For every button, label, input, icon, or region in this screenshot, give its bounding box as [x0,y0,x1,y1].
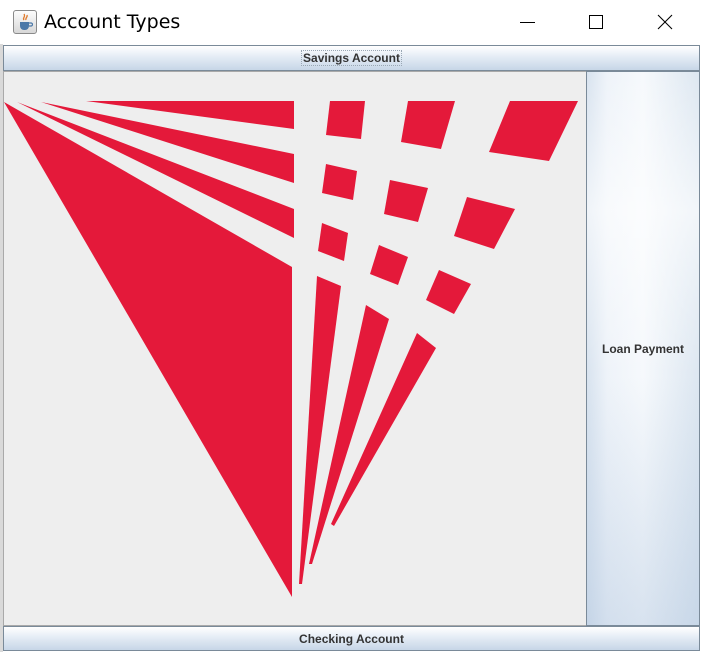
savings-account-button[interactable]: Savings Account [3,45,700,71]
center-image-panel [3,71,586,626]
logo-block-r1-1 [326,101,365,139]
loan-payment-label: Loan Payment [601,341,685,356]
close-button[interactable] [642,0,688,44]
logo-block-r3-1 [318,223,348,261]
red-geometric-logo [4,101,578,597]
savings-account-label: Savings Account [301,50,402,66]
window-title: Account Types [44,11,181,33]
logo-block-r2-2 [384,180,428,222]
logo-block-r3-3 [426,270,471,314]
logo-large-triangle [4,102,292,597]
logo-block-r1-2 [401,101,455,149]
logo-block-r2-3 [454,197,515,249]
logo-block-r1-3 [489,101,578,161]
maximize-icon [589,15,603,29]
logo-block-r2-1 [322,164,357,200]
logo-block-r3-2 [370,245,408,285]
java-cup-icon [13,10,37,34]
maximize-button[interactable] [573,0,619,44]
checking-account-label: Checking Account [299,631,404,646]
minimize-button[interactable] [505,0,551,44]
title-bar[interactable]: Account Types [0,0,701,44]
loan-payment-button[interactable]: Loan Payment [586,71,700,626]
minimize-icon [520,22,535,23]
checking-account-button[interactable]: Checking Account [3,626,700,651]
application-window: Account Types Savings Account Loan Payme… [0,0,701,652]
close-icon [657,14,673,30]
